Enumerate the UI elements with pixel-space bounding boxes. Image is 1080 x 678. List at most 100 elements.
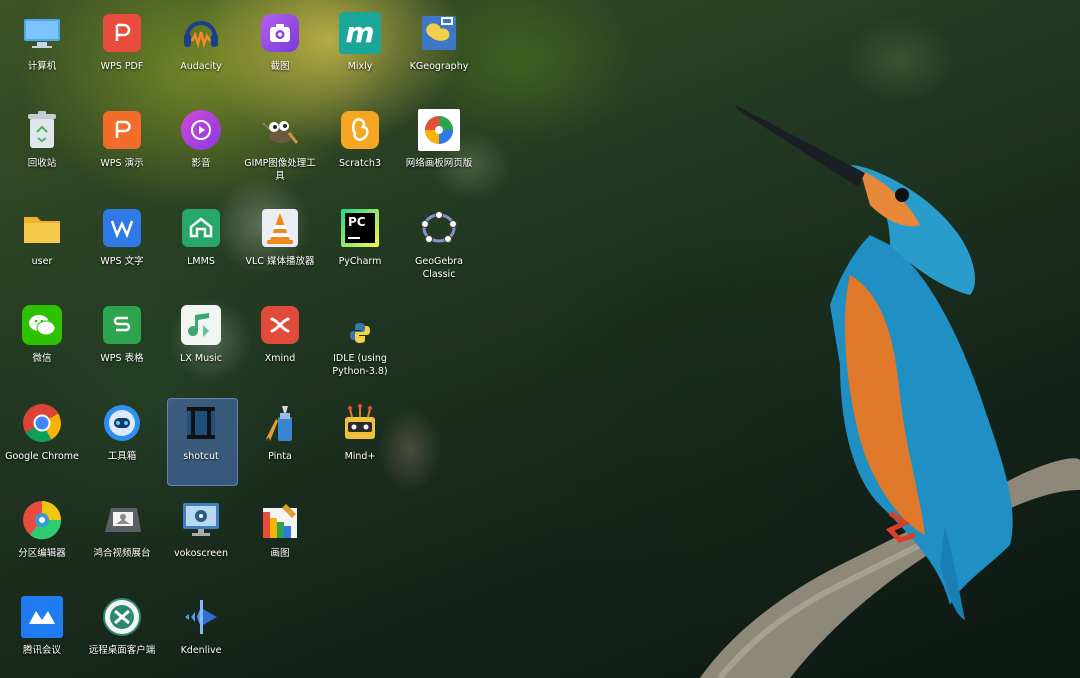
icon-label: Kdenlive xyxy=(180,645,222,656)
kdenlive-icon xyxy=(180,596,222,638)
icon-label: Mind+ xyxy=(344,451,376,462)
mindplus-icon xyxy=(339,402,381,444)
desktop-icon-python-idle[interactable]: IDLE (using Python-3.8) xyxy=(321,320,399,378)
icon-label: IDLE (using Python-3.8) xyxy=(332,353,388,377)
wps-presentation-icon xyxy=(101,109,143,151)
desktop-icon-wechat[interactable]: 微信 xyxy=(3,304,81,365)
desktop-icon-wps-spreadsheet[interactable]: WPS 表格 xyxy=(83,304,161,365)
geogebra-icon xyxy=(418,207,460,249)
folder-icon xyxy=(21,207,63,249)
desktop-icon-partition-editor[interactable]: 分区编辑器 xyxy=(3,499,81,560)
icon-label: Mixly xyxy=(347,61,373,72)
desktop-icon-toolbox[interactable]: 工具箱 xyxy=(83,402,161,463)
vokoscreen-icon xyxy=(180,499,222,541)
mixly-icon: m xyxy=(339,12,381,54)
desktop-icon-scratch[interactable]: Scratch3 xyxy=(321,109,399,170)
desktop-icon-netboard[interactable]: 网络画板网页版 xyxy=(400,109,478,170)
desktop-icon-wps-presentation[interactable]: WPS 演示 xyxy=(83,109,161,170)
icon-label: 分区编辑器 xyxy=(18,548,66,559)
vlc-icon xyxy=(259,207,301,249)
python-idle-icon xyxy=(347,320,373,346)
desktop-icon-vlc[interactable]: VLC 媒体播放器 xyxy=(241,207,319,268)
icon-label: PyCharm xyxy=(338,256,382,267)
desktop-icon-xmind[interactable]: Xmind xyxy=(241,304,319,365)
icon-label: GIMP图像处理工具 xyxy=(244,158,316,182)
icon-label: VLC 媒体播放器 xyxy=(245,256,315,267)
desktop-icon-audacity[interactable]: Audacity xyxy=(162,12,240,73)
kingfisher-wallpaper-image xyxy=(700,105,1080,678)
icon-label: GeoGebra Classic xyxy=(415,256,463,280)
desktop-icon-chrome[interactable]: Google Chrome xyxy=(3,402,81,463)
desktop-icon-shotcut[interactable]: shotcut xyxy=(162,402,240,463)
desktop-icon-wps-pdf[interactable]: WPS PDF xyxy=(83,12,161,73)
wechat-icon xyxy=(21,304,63,346)
icon-label: 影音 xyxy=(191,158,211,169)
icon-label: Scratch3 xyxy=(339,158,381,169)
desktop-icon-trash[interactable]: 回收站 xyxy=(3,109,81,170)
icon-label: user xyxy=(31,256,53,267)
icon-label: WPS 文字 xyxy=(100,256,144,267)
desktop-icon-lx-music[interactable]: LX Music xyxy=(162,304,240,365)
lx-music-icon xyxy=(180,304,222,346)
icon-label: LX Music xyxy=(180,353,222,364)
icon-label: 截图 xyxy=(270,61,290,72)
desktop[interactable]: 计算机 回收站 user 微信 Google Chrome 分区编辑器 腾讯会议… xyxy=(0,0,1080,678)
icon-label: 微信 xyxy=(32,353,52,364)
computer-icon xyxy=(21,12,63,54)
icon-label: Xmind xyxy=(264,353,296,364)
icon-label: Google Chrome xyxy=(5,451,79,462)
icon-label: 鸿合视频展台 xyxy=(93,548,151,559)
desktop-icon-wps-writer[interactable]: WPS 文字 xyxy=(83,207,161,268)
wps-writer-icon xyxy=(101,207,143,249)
wps-spreadsheet-icon xyxy=(101,304,143,346)
desktop-icon-geogebra[interactable]: GeoGebra Classic xyxy=(400,207,478,281)
desktop-icon-vokoscreen[interactable]: vokoscreen xyxy=(162,499,240,560)
desktop-icon-remote-desktop[interactable]: 远程桌面客户端 xyxy=(83,596,161,657)
shotcut-icon xyxy=(180,402,222,444)
desktop-icon-lmms[interactable]: LMMS xyxy=(162,207,240,268)
xmind-icon xyxy=(259,304,301,346)
kgeography-icon xyxy=(418,12,460,54)
icon-label: 计算机 xyxy=(27,61,57,72)
desktop-icon-pinta[interactable]: Pinta xyxy=(241,402,319,463)
desktop-icon-user-folder[interactable]: user xyxy=(3,207,81,268)
desktop-icon-screenshot[interactable]: 截图 xyxy=(241,12,319,73)
icon-label: 腾讯会议 xyxy=(22,645,61,656)
scratch-icon xyxy=(339,109,381,151)
chrome-icon xyxy=(21,402,63,444)
desktop-icon-gimp[interactable]: GIMP图像处理工具 xyxy=(241,109,319,183)
icon-label: shotcut xyxy=(183,451,219,462)
desktop-icon-kgeography[interactable]: KGeography xyxy=(400,12,478,73)
icon-label: vokoscreen xyxy=(174,548,228,559)
icon-label: 回收站 xyxy=(27,158,57,169)
icon-label: WPS 表格 xyxy=(100,353,144,364)
icon-label: 工具箱 xyxy=(107,451,137,462)
desktop-icon-mixly[interactable]: m Mixly xyxy=(321,12,399,73)
icon-label: 远程桌面客户端 xyxy=(88,645,156,656)
desktop-icon-mindplus[interactable]: Mind+ xyxy=(321,402,399,463)
wps-pdf-icon xyxy=(101,12,143,54)
media-player-icon xyxy=(180,109,222,151)
desktop-icon-pycharm[interactable]: PC PyCharm xyxy=(321,207,399,268)
trash-icon xyxy=(21,109,63,151)
icon-label: 网络画板网页版 xyxy=(405,158,473,169)
icon-label: Audacity xyxy=(180,61,222,72)
pycharm-icon: PC xyxy=(339,207,381,249)
desktop-icon-media-player[interactable]: 影音 xyxy=(162,109,240,170)
paint-icon xyxy=(259,499,301,541)
icon-label: Pinta xyxy=(268,451,292,462)
desktop-icon-tencent-meeting[interactable]: 腾讯会议 xyxy=(3,596,81,657)
icon-label: 画图 xyxy=(270,548,290,559)
video-booth-icon xyxy=(101,499,143,541)
remote-desktop-icon xyxy=(101,596,143,638)
desktop-icon-computer[interactable]: 计算机 xyxy=(3,12,81,73)
desktop-icon-video-booth[interactable]: 鸿合视频展台 xyxy=(83,499,161,560)
desktop-icon-paint[interactable]: 画图 xyxy=(241,499,319,560)
gimp-icon xyxy=(259,109,301,151)
pinta-icon xyxy=(259,402,301,444)
partition-editor-icon xyxy=(21,499,63,541)
audacity-icon xyxy=(180,12,222,54)
toolbox-icon xyxy=(101,402,143,444)
desktop-icon-kdenlive[interactable]: Kdenlive xyxy=(162,596,240,657)
icon-label: WPS PDF xyxy=(100,61,144,72)
